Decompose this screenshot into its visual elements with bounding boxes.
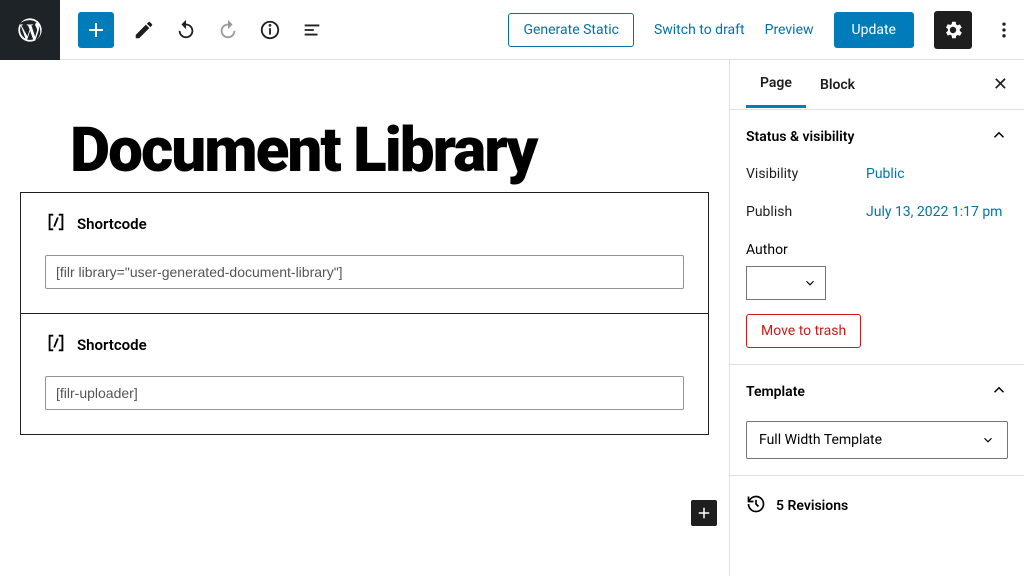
info-icon[interactable] xyxy=(258,18,282,42)
publish-value[interactable]: July 13, 2022 1:17 pm xyxy=(866,204,1002,220)
panel-title: Status & visibility xyxy=(746,129,854,145)
template-select[interactable]: Full Width Template xyxy=(746,421,1008,459)
settings-sidebar: Page Block ✕ Status & visibility Visibil… xyxy=(729,60,1024,576)
generate-static-button[interactable]: Generate Static xyxy=(508,13,634,47)
close-sidebar-button[interactable]: ✕ xyxy=(993,74,1008,95)
wordpress-logo[interactable] xyxy=(0,0,60,60)
author-select[interactable] xyxy=(746,266,826,300)
tab-page[interactable]: Page xyxy=(746,61,806,108)
shortcode-icon xyxy=(45,211,67,237)
move-to-trash-button[interactable]: Move to trash xyxy=(746,314,861,348)
page-title[interactable]: Document Library xyxy=(70,120,709,182)
more-options-button[interactable] xyxy=(992,20,1016,40)
visibility-value[interactable]: Public xyxy=(866,166,905,182)
status-visibility-panel-toggle[interactable]: Status & visibility xyxy=(746,126,1008,148)
switch-to-draft-link[interactable]: Switch to draft xyxy=(654,22,745,38)
undo-icon[interactable] xyxy=(174,18,198,42)
shortcode-input-2[interactable] xyxy=(45,376,684,410)
panel-title: Template xyxy=(746,384,805,400)
history-icon xyxy=(746,494,766,518)
template-value: Full Width Template xyxy=(759,432,882,448)
revisions-label: 5 Revisions xyxy=(776,498,848,514)
block-label: Shortcode xyxy=(77,215,147,233)
chevron-up-icon xyxy=(990,381,1008,403)
add-block-after-button[interactable] xyxy=(691,500,717,526)
shortcode-icon xyxy=(45,332,67,358)
chevron-up-icon xyxy=(990,126,1008,148)
list-view-icon[interactable] xyxy=(300,18,324,42)
template-panel-toggle[interactable]: Template xyxy=(746,381,1008,403)
shortcode-block-1[interactable]: Shortcode xyxy=(20,192,709,314)
block-label: Shortcode xyxy=(77,336,147,354)
preview-link[interactable]: Preview xyxy=(765,22,814,38)
shortcode-input-1[interactable] xyxy=(45,255,684,289)
author-label: Author xyxy=(746,242,1008,258)
visibility-label: Visibility xyxy=(746,166,866,182)
editor-canvas: Document Library Shortcode Shortcode xyxy=(0,60,729,576)
redo-icon[interactable] xyxy=(216,18,240,42)
editor-topbar: Generate Static Switch to draft Preview … xyxy=(0,0,1024,60)
publish-label: Publish xyxy=(746,204,866,220)
revisions-link[interactable]: 5 Revisions xyxy=(730,476,1024,536)
tab-block[interactable]: Block xyxy=(806,63,869,107)
add-block-button[interactable] xyxy=(78,12,114,48)
update-button[interactable]: Update xyxy=(834,12,914,48)
tools-icon[interactable] xyxy=(132,18,156,42)
shortcode-block-2[interactable]: Shortcode xyxy=(20,313,709,435)
settings-button[interactable] xyxy=(934,11,972,49)
